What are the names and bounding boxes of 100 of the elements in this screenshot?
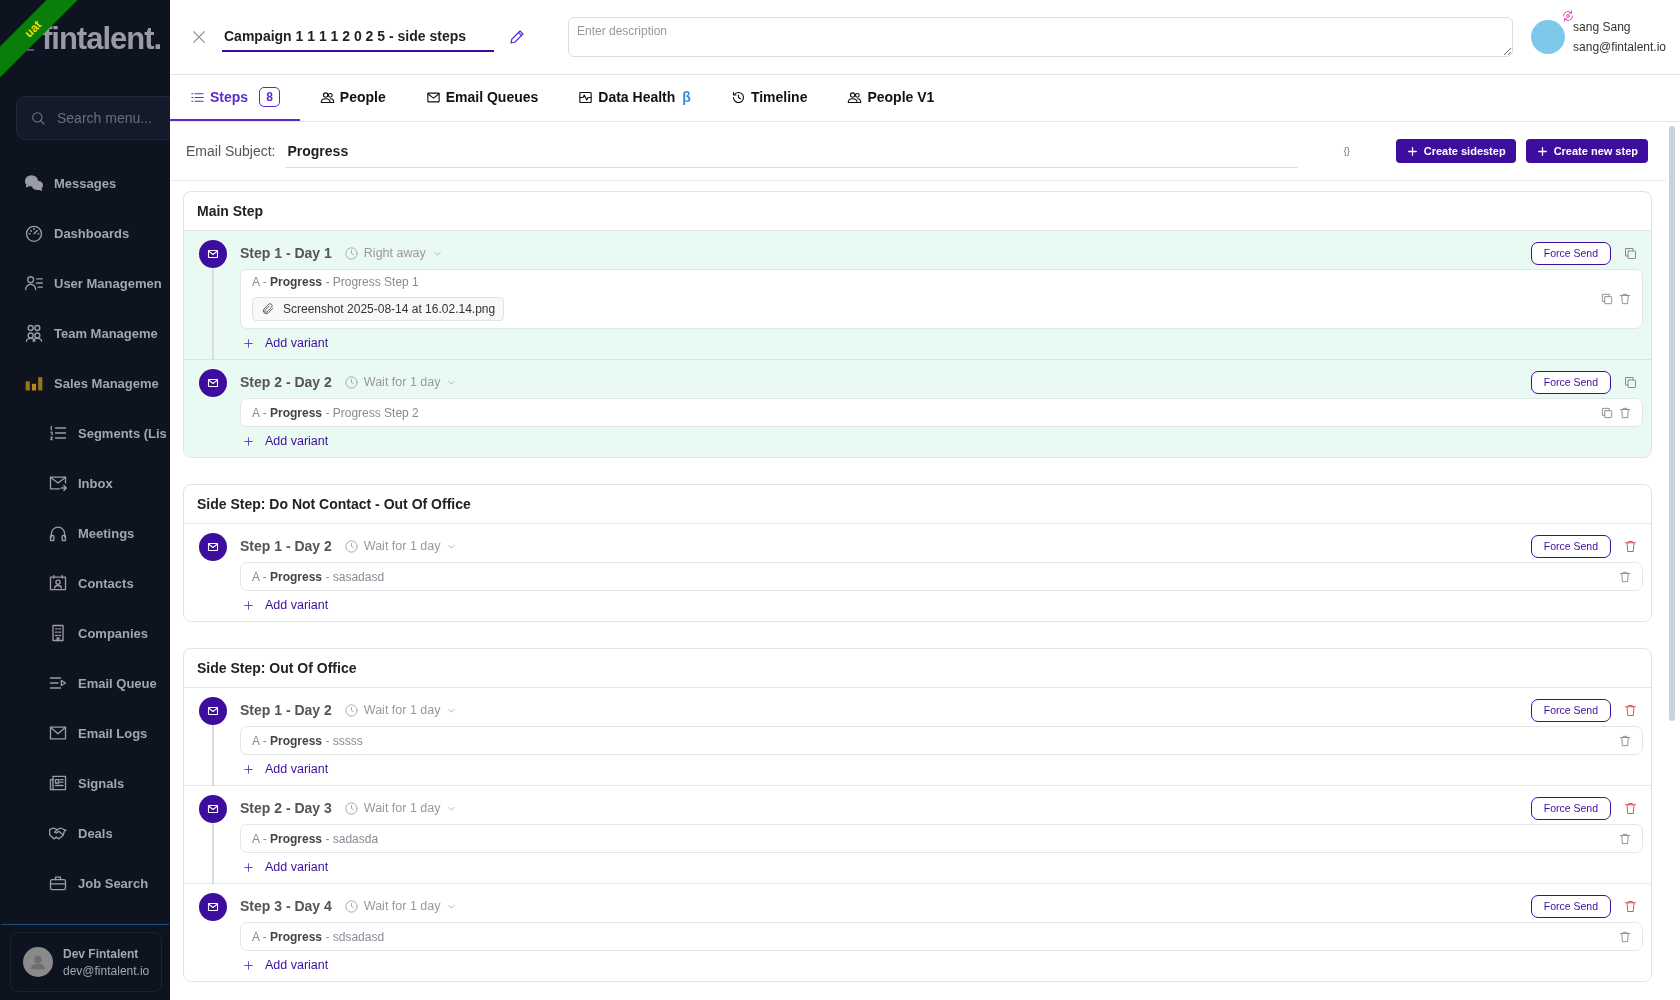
avatar[interactable] xyxy=(1531,20,1566,54)
force-send-button[interactable]: Force Send xyxy=(1530,370,1611,394)
step-title: Step 3 - Day 4 xyxy=(240,898,332,914)
sidebar-item[interactable]: Sales Manageme xyxy=(0,358,170,408)
user-email: dev@fintalent.io xyxy=(63,963,150,978)
sidebar-item[interactable]: Messages xyxy=(0,158,170,208)
trash-icon[interactable] xyxy=(1618,292,1632,306)
create-button[interactable]: Create sidestep xyxy=(1395,139,1516,163)
tab[interactable]: Data Health β xyxy=(558,75,711,121)
sidebar-item[interactable]: Dashboards xyxy=(0,208,170,258)
clock-icon xyxy=(343,898,359,914)
search-field[interactable]: Search menu... xyxy=(16,96,170,140)
copy-icon[interactable] xyxy=(1623,374,1638,390)
variant-box[interactable]: A - Progress - sdsadasd xyxy=(240,922,1643,951)
variant-label: A - Progress - Progress Step 1 xyxy=(252,275,419,289)
sidebar-item[interactable]: Meetings xyxy=(0,508,170,558)
copy-icon[interactable] xyxy=(1600,405,1614,420)
logo[interactable]: fintalent. xyxy=(42,21,162,57)
tab[interactable]: Email Queues xyxy=(405,75,559,121)
step-title: Step 1 - Day 1 xyxy=(240,245,332,261)
force-send-button[interactable]: Force Send xyxy=(1530,241,1611,265)
trash-icon[interactable] xyxy=(1623,702,1638,718)
envelope-icon xyxy=(48,723,68,743)
variant-box[interactable]: A - Progress - sssss xyxy=(240,726,1643,755)
trash-icon[interactable] xyxy=(1618,929,1632,944)
history-icon xyxy=(730,89,746,105)
variant-label: A - Progress - sasadasd xyxy=(252,569,385,584)
envelope-icon xyxy=(198,240,227,268)
sidebar-item[interactable]: Inbox xyxy=(0,458,170,508)
tab[interactable]: People xyxy=(299,75,406,121)
force-send-button[interactable]: Force Send xyxy=(1530,894,1611,918)
gauge-icon xyxy=(24,223,44,243)
variant-label: A - Progress - sssss xyxy=(252,733,363,748)
team-icon xyxy=(24,323,44,343)
plus-icon xyxy=(242,336,255,350)
clock-icon xyxy=(343,374,359,390)
step-title: Step 2 - Day 3 xyxy=(240,800,332,816)
add-variant-link[interactable]: Add variant xyxy=(240,427,1643,455)
tab[interactable]: Steps 8 xyxy=(170,75,300,121)
copy-icon[interactable] xyxy=(1600,292,1614,306)
trash-icon[interactable] xyxy=(1623,800,1638,816)
clock-icon xyxy=(343,702,359,718)
sidebar-item[interactable]: Job Search xyxy=(0,858,170,908)
search-icon xyxy=(30,110,46,126)
user-list-icon xyxy=(24,273,44,293)
avatar-icon xyxy=(23,947,53,977)
sidebar-item[interactable]: Email Queue xyxy=(0,658,170,708)
step-title: Step 1 - Day 2 xyxy=(240,538,332,554)
plus-icon xyxy=(242,958,255,972)
plus-icon xyxy=(1535,144,1549,158)
variant-box[interactable]: A - Progress - Progress Step 1 Screenshot 2025-08-14 at 16.02.14.png xyxy=(240,269,1643,329)
count-badge: 8 xyxy=(259,87,280,107)
add-variant-link[interactable]: Add variant xyxy=(240,853,1643,881)
pulse-icon xyxy=(578,89,594,105)
field-label: Email Subject: xyxy=(186,143,276,159)
copy-icon[interactable] xyxy=(1623,245,1638,261)
numbered-list-icon xyxy=(48,423,68,443)
pencil-icon xyxy=(508,28,526,46)
add-variant-link[interactable]: Add variant xyxy=(240,591,1643,619)
sidebar-item[interactable]: Deals xyxy=(0,808,170,858)
trash-icon[interactable] xyxy=(1618,733,1632,748)
force-send-button[interactable]: Force Send xyxy=(1530,796,1611,820)
newspaper-icon xyxy=(48,773,68,793)
trash-icon[interactable] xyxy=(1623,898,1638,914)
tab[interactable]: Timeline xyxy=(710,75,828,121)
user-email: sang@fintalent.io xyxy=(1573,39,1666,56)
contact-card-icon xyxy=(48,573,68,593)
plus-icon xyxy=(242,434,255,448)
scrollbar[interactable] xyxy=(1669,126,1675,721)
variables-button[interactable]: {} xyxy=(1337,145,1356,157)
variant-box[interactable]: A - Progress - Progress Step 2 xyxy=(240,398,1643,427)
trash-icon[interactable] xyxy=(1618,831,1632,846)
attachment-chip[interactable]: Screenshot 2025-08-14 at 16.02.14.png xyxy=(252,297,505,321)
envelope-icon xyxy=(198,697,227,725)
sidebar-item[interactable]: Segments (Lis xyxy=(0,408,170,458)
step-title: Step 1 - Day 2 xyxy=(240,702,332,718)
envelope-icon xyxy=(198,369,227,397)
sidebar-item[interactable]: Contacts xyxy=(0,558,170,608)
add-variant-link[interactable]: Add variant xyxy=(240,755,1643,783)
trash-icon[interactable] xyxy=(1623,538,1638,554)
trash-icon[interactable] xyxy=(1618,405,1632,420)
force-send-button[interactable]: Force Send xyxy=(1530,534,1611,558)
description-field[interactable]: Enter description xyxy=(568,17,1514,57)
add-variant-link[interactable]: Add variant xyxy=(240,329,1643,357)
sidebar-item[interactable]: Team Manageme xyxy=(0,308,170,358)
add-variant-link[interactable]: Add variant xyxy=(240,951,1643,979)
tab[interactable]: People V1 xyxy=(827,75,955,121)
plus-icon xyxy=(242,860,255,874)
sidebar-item[interactable]: User Managemen xyxy=(0,258,170,308)
trash-icon[interactable] xyxy=(1618,569,1632,584)
inbox-icon xyxy=(48,473,68,493)
variant-box[interactable]: A - Progress - sadasda xyxy=(240,824,1643,853)
people-icon xyxy=(847,89,863,105)
force-send-button[interactable]: Force Send xyxy=(1530,698,1611,722)
sidebar-item[interactable]: Signals xyxy=(0,758,170,808)
sidebar-item[interactable]: Companies xyxy=(0,608,170,658)
variant-box[interactable]: A - Progress - sasadasd xyxy=(240,562,1643,591)
sidebar-item[interactable]: Email Logs xyxy=(0,708,170,758)
envelope-icon xyxy=(425,89,441,105)
create-button[interactable]: Create new step xyxy=(1525,139,1648,163)
